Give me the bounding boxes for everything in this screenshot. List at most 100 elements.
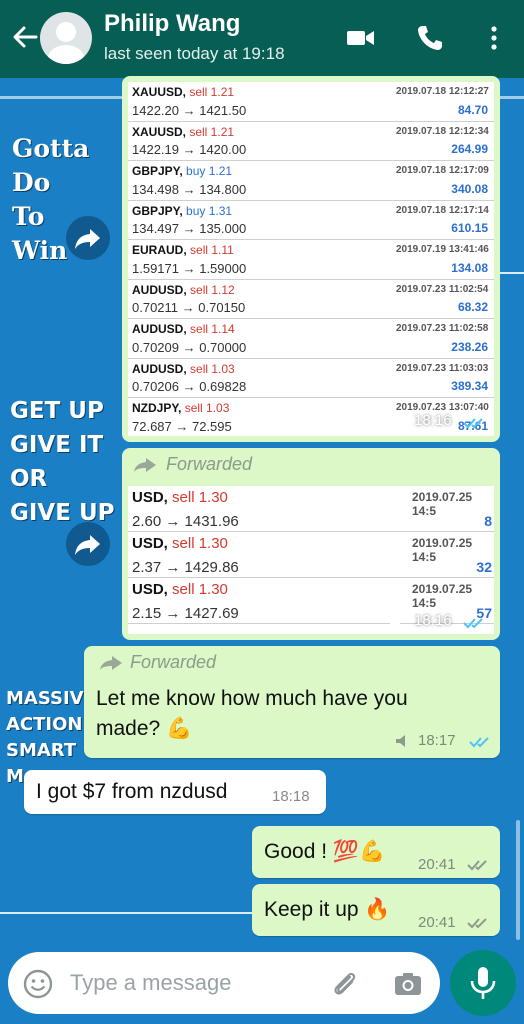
trade-prices: 0.70209 → 0.70000 [132, 339, 247, 355]
delivered-receipt-icon [467, 918, 487, 929]
trade-prices: 1422.19 → 1420.00 [132, 142, 247, 157]
attach-icon[interactable] [328, 968, 360, 1000]
read-receipt-icon [469, 737, 489, 748]
forward-icon [75, 535, 100, 555]
camera-icon[interactable] [392, 968, 424, 1000]
delivered-receipt-icon [467, 860, 487, 871]
message-bubble-incoming[interactable]: I got $7 from nzdusd 18:18 [24, 770, 326, 814]
trade-row: USD, sell 1.30 2.60 → 1431.96 2019.07.25 1… [128, 486, 494, 532]
trade-date: 2019.07.25 14:5 [412, 490, 473, 518]
trade-pair: USD, sell 1.30 [132, 489, 228, 506]
trade-profit: 610.15 [451, 221, 488, 235]
trade-profit: 134.08 [451, 260, 488, 275]
trade-side: sell 1.21 [189, 85, 235, 99]
trade-side: sell 1.03 [190, 361, 235, 376]
trade-side: buy 1.31 [186, 203, 233, 218]
trade-pair: AUDUSD, sell 1.12 [132, 282, 235, 297]
trade-side: sell 1.12 [190, 282, 235, 297]
trade-row: USD, sell 1.30 2.37 → 1429.86 2019.07.25 1… [128, 532, 494, 578]
image-message[interactable]: XAUUSD, sell 1.21 1422.20 → 1421.50 2019.0… [122, 76, 500, 442]
trade-row: AUDUSD, sell 1.14 0.70209 → 0.70000 2019.0… [128, 319, 494, 359]
trade-profit: 238.26 [451, 339, 488, 354]
trade-pair: USD, sell 1.30 [132, 535, 228, 552]
trade-date: 2019.07.18 12:17:14 [396, 204, 489, 216]
message-time: 18:18 [272, 788, 310, 805]
trade-row: GBPJPY, buy 1.31 134.497 → 135.000 2019.07… [128, 201, 494, 240]
trade-prices: 1.59171 → 1.59000 [132, 260, 247, 276]
trade-row: EURAUD, sell 1.11 1.59171 → 1.59000 2019.0… [128, 240, 494, 280]
trade-side: sell 1.30 [172, 489, 228, 506]
trade-side: sell 1.03 [184, 401, 230, 415]
trade-prices: 0.70211 → 0.70150 [132, 300, 246, 315]
forwarded-image-message[interactable]: Forwarded USD, sell 1.30 2.60 → 1431.96 20… [122, 448, 500, 640]
avatar[interactable] [40, 12, 92, 64]
forward-icon [75, 229, 100, 249]
trade-pair: NZDJPY, sell 1.03 [132, 401, 230, 415]
message-composer[interactable]: Type a message [8, 952, 440, 1014]
trade-date: 2019.07.18 12:12:34 [396, 125, 489, 137]
message-input[interactable]: Type a message [70, 970, 231, 996]
scrollbar[interactable] [516, 820, 520, 940]
message-text: I got $7 from nzdusd [36, 780, 228, 803]
trade-date: 2019.07.18 12:12:27 [396, 86, 489, 97]
message-time: 20:41 [418, 914, 456, 931]
message-bubble-outgoing[interactable]: Keep it up 🔥 20:41 [252, 884, 500, 936]
image-status-icon [390, 417, 400, 426]
message-bubble-outgoing[interactable]: Good ! 💯💪 20:41 [252, 826, 500, 878]
forwarded-label: Forwarded [166, 454, 253, 474]
trade-pair: XAUUSD, sell 1.21 [132, 85, 235, 99]
trade-history-image[interactable]: XAUUSD, sell 1.21 1422.20 → 1421.50 2019.0… [128, 82, 494, 436]
forwarded-icon [134, 458, 156, 472]
trade-prices: 72.687 → 72.595 [132, 418, 232, 434]
trade-profit: 340.08 [451, 181, 488, 196]
trade-row: XAUUSD, sell 1.21 1422.19 → 1420.00 2019.0… [128, 122, 494, 161]
back-arrow-icon[interactable] [10, 22, 40, 52]
chat-header: Philip Wang last seen today at 19:18 [0, 0, 524, 78]
trade-side: sell 1.30 [172, 581, 228, 598]
more-options-icon[interactable] [478, 22, 510, 54]
last-seen-status: last seen today at 19:18 [104, 44, 285, 63]
hundred-points-emoji: 💯💪 [332, 840, 386, 863]
message-bubble-outgoing[interactable]: Forwarded Let me know how much have you … [84, 646, 500, 758]
video-call-icon[interactable] [344, 22, 376, 54]
trade-side: sell 1.14 [190, 322, 235, 336]
trade-row: AUDUSD, sell 1.12 0.70211 → 0.70150 2019.0… [128, 280, 494, 319]
message-time: 18:17 [418, 732, 456, 749]
trade-date: 2019.07.19 13:41:46 [396, 244, 489, 255]
message-time: 18:16 [414, 412, 452, 429]
trade-pair: XAUUSD, sell 1.21 [132, 124, 235, 139]
trade-prices: 2.37 → 1429.86 [132, 559, 239, 576]
trade-prices: 134.498 → 134.800 [132, 181, 247, 197]
trade-side: sell 1.21 [189, 124, 235, 139]
message-text: Good ! 💯💪 [264, 840, 386, 863]
contact-name[interactable]: Philip Wang [104, 10, 240, 38]
trade-pair: AUDUSD, sell 1.14 [132, 322, 235, 336]
read-receipt-icon [463, 418, 483, 429]
message-text: Keep it up 🔥 [264, 898, 391, 921]
trade-side: sell 1.11 [190, 243, 234, 257]
trade-date: 2019.07.23 11:02:58 [396, 323, 489, 334]
voice-message-button[interactable] [450, 950, 516, 1016]
wallpaper-line [496, 272, 524, 274]
wallpaper-text: GET UP GIVE IT OR GIVE UP [10, 398, 115, 526]
trade-prices: 2.15 → 1427.69 [132, 605, 239, 622]
trade-row: XAUUSD, sell 1.21 1422.20 → 1421.50 2019.0… [128, 82, 494, 122]
trade-pair: AUDUSD, sell 1.03 [132, 361, 235, 376]
message-time: 20:41 [418, 856, 456, 873]
microphone-icon [470, 967, 496, 999]
flexed-biceps-emoji: 💪 [166, 717, 193, 740]
trade-profit: 264.99 [451, 142, 488, 156]
fire-emoji: 🔥 [364, 898, 391, 921]
trade-profit: 68.32 [457, 300, 488, 314]
trade-pair: GBPJPY, buy 1.31 [132, 203, 233, 218]
trade-pair: EURAUD, sell 1.11 [132, 243, 234, 257]
trade-side: sell 1.30 [172, 535, 228, 552]
trade-date: 2019.07.18 12:17:09 [396, 165, 489, 176]
trade-prices: 2.60 → 1431.96 [132, 513, 239, 530]
wallpaper-line [0, 912, 260, 914]
emoji-icon[interactable] [22, 968, 54, 1000]
forward-button[interactable] [66, 522, 110, 566]
forward-button[interactable] [66, 216, 110, 260]
voice-call-icon[interactable] [414, 22, 446, 54]
trade-side: buy 1.21 [186, 164, 233, 178]
